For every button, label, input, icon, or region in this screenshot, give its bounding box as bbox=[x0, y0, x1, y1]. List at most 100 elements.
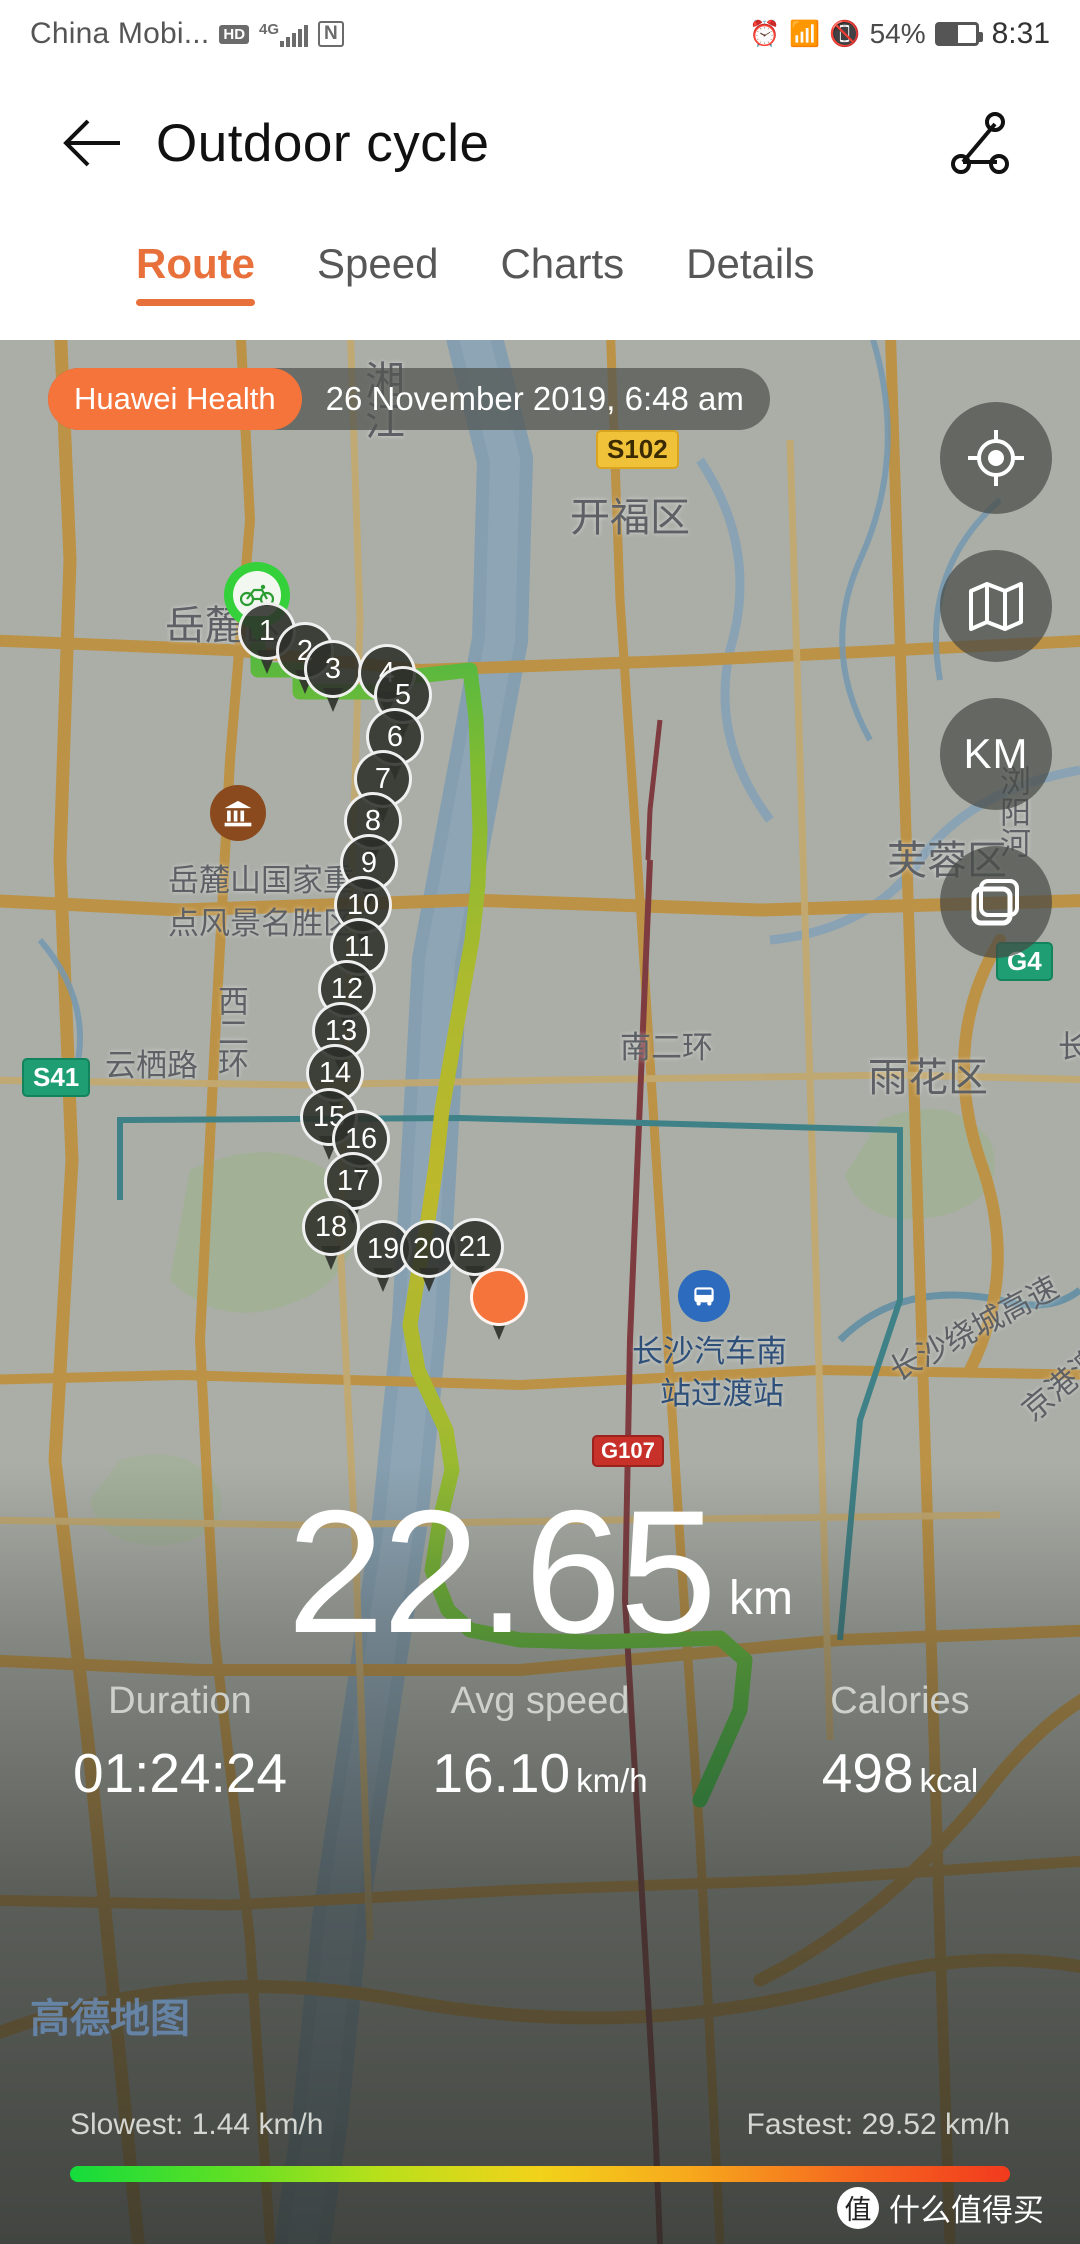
fastest-label: Fastest: 29.52 km/h bbox=[746, 2108, 1010, 2141]
activity-date-label: 26 November 2019, 6:48 am bbox=[325, 380, 744, 417]
km-marker-label: 10 bbox=[346, 888, 380, 921]
alarm-icon: ⏰ bbox=[749, 19, 781, 48]
carrier-label: China Mobi... bbox=[30, 17, 210, 50]
arrow-left-icon bbox=[63, 119, 120, 167]
km-marker-label: 8 bbox=[364, 804, 382, 837]
km-marker-label: 21 bbox=[458, 1230, 492, 1263]
tab-charts[interactable]: Charts bbox=[500, 218, 624, 288]
status-bar: China Mobi... HD 4G N ⏰ 📶 📵 54% 8:31 bbox=[0, 0, 1080, 68]
km-marker-bulb: 3 bbox=[304, 640, 362, 698]
layers-button[interactable] bbox=[940, 846, 1052, 958]
battery-icon bbox=[934, 22, 983, 46]
map-label-xierhuan: 西二环 bbox=[212, 985, 248, 1078]
km-marker-bulb: 18 bbox=[302, 1198, 360, 1256]
smzdm-watermark: 值 什么值得买 bbox=[837, 2185, 1044, 2230]
nfc-icon: N bbox=[318, 21, 344, 47]
bus-icon bbox=[694, 1287, 714, 1306]
map-label-chang: 长 bbox=[1052, 1030, 1080, 1061]
smzdm-mark: 值 bbox=[837, 2186, 879, 2229]
map-label-yunqilu: 云栖路 bbox=[105, 1048, 198, 1084]
distance-unit: km bbox=[728, 1571, 793, 1625]
km-marker-label: 14 bbox=[318, 1056, 352, 1089]
app-bar: Outdoor cycle bbox=[0, 68, 1080, 218]
map-label-bus-station-line2: 站过渡站 bbox=[660, 1376, 784, 1412]
map-label-park-line1: 岳麓山国家重 bbox=[168, 863, 354, 899]
km-marker-label: 5 bbox=[394, 678, 412, 711]
km-marker-label: 9 bbox=[360, 846, 378, 879]
tab-bar: Route Speed Charts Details bbox=[0, 218, 1080, 340]
share-nodes-icon bbox=[951, 112, 1009, 174]
km-marker[interactable]: 18 bbox=[302, 1198, 360, 1270]
km-marker-label: 18 bbox=[314, 1210, 348, 1243]
km-marker-label: 6 bbox=[386, 720, 404, 753]
metric-duration-value-row: 01:24:24 bbox=[0, 1741, 360, 1805]
brand-pill: Huawei Health bbox=[48, 368, 302, 430]
bus-station-poi-icon bbox=[678, 1270, 730, 1322]
back-button[interactable] bbox=[38, 88, 148, 198]
slowest-label: Slowest: 1.44 km/h bbox=[70, 2108, 324, 2141]
distance-summary: 22.65 km bbox=[0, 1475, 1080, 1670]
km-marker-label: 7 bbox=[374, 762, 392, 795]
km-marker-label: 16 bbox=[344, 1122, 378, 1155]
metric-duration-label: Duration bbox=[108, 1680, 252, 1722]
road-shield-s41: S41 bbox=[22, 1058, 91, 1097]
metric-avg-speed-label: Avg speed bbox=[450, 1680, 630, 1722]
map-type-button[interactable] bbox=[940, 550, 1052, 662]
metric-calories-label: Calories bbox=[830, 1680, 970, 1722]
museum-poi-icon bbox=[210, 785, 266, 841]
end-marker[interactable] bbox=[470, 1268, 528, 1340]
page-title: Outdoor cycle bbox=[156, 113, 490, 173]
map-label-park-line2: 点风景名胜区 bbox=[168, 906, 354, 942]
clock-label: 8:31 bbox=[991, 17, 1050, 50]
map-label-nanerhuan: 南二环 bbox=[620, 1030, 713, 1066]
vibrate-icon: 📵 bbox=[829, 19, 861, 48]
km-marker-label: 17 bbox=[336, 1164, 370, 1197]
speed-legend-labels: Slowest: 1.44 km/h Fastest: 29.52 km/h bbox=[0, 2108, 1080, 2142]
smzdm-text: 什么值得买 bbox=[889, 2193, 1044, 2229]
metric-calories-value: 498 bbox=[821, 1742, 914, 1804]
metric-avg-speed-unit: km/h bbox=[576, 1762, 648, 1799]
status-bar-left: China Mobi... HD 4G N bbox=[30, 17, 344, 51]
km-marker-label: 3 bbox=[324, 652, 342, 685]
metric-duration: Duration 01:24:24 bbox=[0, 1680, 360, 1805]
hd-badge: HD bbox=[219, 24, 250, 44]
museum-icon bbox=[224, 800, 252, 827]
locate-button[interactable] bbox=[940, 402, 1052, 514]
km-marker-label: 13 bbox=[324, 1014, 358, 1047]
share-button[interactable] bbox=[936, 97, 1028, 189]
battery-percent-label: 54% bbox=[869, 18, 926, 49]
bluetooth-icon: 📶 bbox=[789, 19, 821, 48]
distance-value: 22.65 bbox=[287, 1475, 717, 1670]
km-marker-label: 20 bbox=[412, 1232, 446, 1265]
tab-details[interactable]: Details bbox=[686, 218, 814, 288]
map-label-kaifu: 开福区 bbox=[570, 495, 690, 541]
road-shield-s102: S102 bbox=[596, 430, 679, 469]
metric-avg-speed: Avg speed 16.10 km/h bbox=[360, 1680, 720, 1805]
km-marker-label: 12 bbox=[330, 972, 364, 1005]
network-indicator: 4G bbox=[259, 20, 309, 47]
metric-calories-value-row: 498 kcal bbox=[720, 1741, 1080, 1805]
layers-icon bbox=[971, 879, 1019, 926]
metrics-row: Duration 01:24:24 Avg speed 16.10 km/h C… bbox=[0, 1680, 1080, 1805]
map-basemap bbox=[0, 340, 1080, 2244]
network-label: 4G bbox=[259, 20, 280, 38]
folded-map-icon bbox=[969, 582, 1023, 631]
km-marker[interactable]: 3 bbox=[304, 640, 362, 712]
road-shield-g107: G107 bbox=[592, 1435, 664, 1467]
unit-button[interactable]: KM bbox=[940, 698, 1052, 810]
signal-bars-icon bbox=[280, 24, 309, 47]
map-info-badge: Huawei Health 26 November 2019, 6:48 am bbox=[48, 368, 770, 430]
map-label-yuhua: 雨花区 bbox=[868, 1055, 988, 1101]
unit-label: KM bbox=[963, 730, 1029, 777]
screen-root: China Mobi... HD 4G N ⏰ 📶 📵 54% 8:31 Out… bbox=[0, 0, 1080, 2244]
tab-speed[interactable]: Speed bbox=[317, 218, 438, 288]
speed-gradient-bar bbox=[70, 2166, 1010, 2182]
tab-route[interactable]: Route bbox=[136, 218, 255, 306]
amap-watermark: 高德地图 bbox=[30, 1996, 190, 2042]
metric-calories: Calories 498 kcal bbox=[720, 1680, 1080, 1805]
km-marker-label: 1 bbox=[258, 614, 276, 647]
km-marker-label: 11 bbox=[343, 930, 375, 963]
metric-avg-speed-value-row: 16.10 km/h bbox=[360, 1741, 720, 1805]
km-marker-label: 19 bbox=[366, 1232, 400, 1265]
map-canvas[interactable]: 湘江 开福区 岳麓区 岳麓山国家重 点风景名胜区 芙蓉区 雨花区 西二环 南二环… bbox=[0, 340, 1080, 2244]
